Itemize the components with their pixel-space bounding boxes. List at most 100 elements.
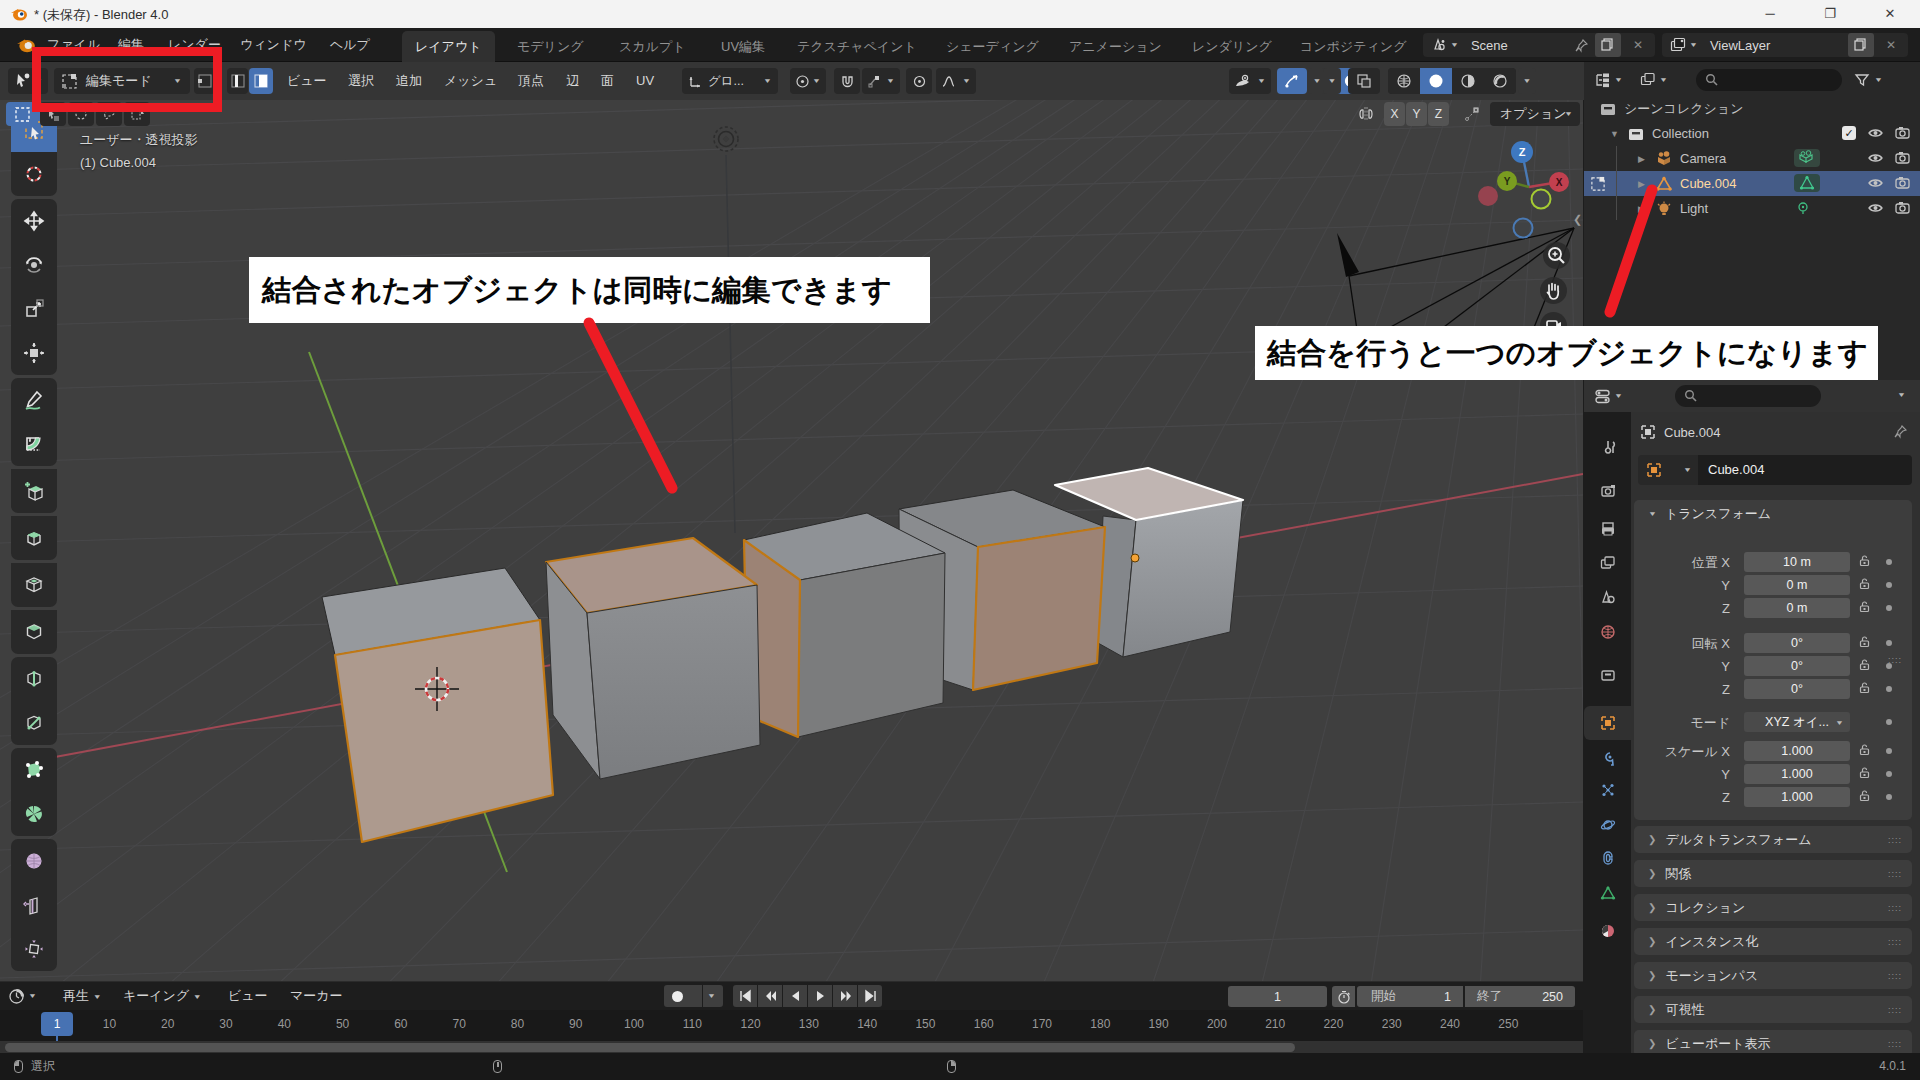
field-value[interactable]: 1.000 [1744, 764, 1850, 784]
blender-menu-icon[interactable] [16, 35, 36, 55]
proportional-edit-toggle[interactable] [906, 68, 932, 94]
topbar-menu-2[interactable]: レンダー [168, 28, 221, 62]
active-tool-button[interactable]: ▼ [8, 68, 48, 94]
snap-toggle-button[interactable] [834, 68, 860, 94]
properties-editor-dropdown[interactable]: ▼ [1594, 384, 1623, 408]
section-0[interactable]: ❯デルタトランスフォーム:::: [1634, 826, 1912, 853]
zoom-button[interactable] [1543, 242, 1570, 269]
select-mode-dropdown[interactable] [124, 102, 150, 126]
hide-icon[interactable] [1867, 199, 1884, 219]
tool-loop-cut[interactable] [11, 657, 57, 701]
toolheader-menu-3[interactable]: メッシュ [444, 62, 497, 100]
toolheader-menu-2[interactable]: 追加 [396, 62, 422, 100]
tweak-select-box-button[interactable] [6, 102, 38, 126]
animate-dot[interactable] [1886, 640, 1892, 646]
outliner-row-collection[interactable]: ▼Collection✓ [1584, 121, 1920, 146]
frame-end-field[interactable]: 終了 250 [1465, 986, 1575, 1007]
section-5[interactable]: ❯可視性:::: [1634, 996, 1912, 1023]
show-gizmo-dropdown[interactable]: ▼ [1229, 68, 1271, 94]
pin-icon[interactable] [1574, 38, 1589, 53]
properties-tab-object-data[interactable] [1584, 876, 1631, 910]
gizmos-toggle[interactable] [1277, 68, 1307, 94]
lock-icon[interactable] [1858, 600, 1871, 616]
select-circle-button[interactable] [68, 102, 94, 126]
section-3[interactable]: ❯インスタンス化:::: [1634, 928, 1912, 955]
restore-button[interactable]: ❐ [1807, 0, 1853, 28]
toolheader-menu-1[interactable]: 選択 [348, 62, 374, 100]
workspace-tab-0[interactable]: レイアウト [402, 31, 495, 62]
close-button[interactable]: ✕ [1867, 0, 1913, 28]
select-mode-face-button[interactable] [249, 68, 273, 94]
workspace-tab-4[interactable]: テクスチャペイント [784, 31, 930, 62]
shading-dropdown[interactable]: ▼ [1518, 68, 1536, 94]
disable-render-icon[interactable] [1894, 124, 1911, 144]
workspace-tab-6[interactable]: アニメーション [1056, 31, 1175, 62]
properties-tab-physics[interactable] [1584, 808, 1631, 842]
transform-orientation-dropdown[interactable]: グロ... ▼ [682, 68, 778, 94]
minimize-button[interactable]: ─ [1747, 0, 1793, 28]
object-name-input[interactable]: Cube.004 [1698, 455, 1912, 485]
new-viewlayer-button[interactable] [1848, 33, 1874, 57]
field-value[interactable]: 0 m [1744, 575, 1850, 595]
snap-individual-icon[interactable] [1456, 102, 1486, 126]
viewlayer-selector[interactable]: ▼ ViewLayer ✕ [1662, 33, 1908, 57]
properties-tab-render[interactable] [1584, 474, 1631, 508]
select-lasso-button[interactable] [96, 102, 122, 126]
tool-extrude-region[interactable] [11, 516, 57, 560]
tool-smooth[interactable] [11, 839, 57, 883]
properties-tab-collection-props[interactable] [1584, 658, 1631, 692]
outliner-display-mode-dropdown[interactable]: ▼ [1594, 68, 1623, 92]
workspace-tab-2[interactable]: スカルプト [606, 31, 699, 62]
workspace-tab-1[interactable]: モデリング [504, 31, 597, 62]
field-value[interactable]: 10 m [1744, 552, 1850, 572]
new-scene-button[interactable] [1595, 33, 1621, 57]
tool-annotate[interactable] [11, 378, 57, 422]
toolheader-menu-6[interactable]: 面 [601, 62, 614, 100]
snap-with-dropdown[interactable]: ▼ [862, 68, 900, 94]
outliner-filter-dropdown[interactable]: ▼ [1854, 68, 1883, 92]
section-2[interactable]: ❯コレクション:::: [1634, 894, 1912, 921]
animate-dot[interactable] [1886, 582, 1892, 588]
toolheader-menu-5[interactable]: 辺 [566, 62, 579, 100]
topbar-menu-0[interactable]: ファイル [47, 28, 100, 62]
unlink-scene-icon[interactable]: ✕ [1633, 38, 1643, 52]
field-value[interactable]: 1.000 [1744, 741, 1850, 761]
field-value[interactable]: 1.000 [1744, 787, 1850, 807]
timeline-menu-3[interactable]: マーカー [290, 982, 343, 1010]
viewport-3d[interactable]: ユーザー・透視投影 (1) Cube.004 Z Y X ❮ ❯ [0, 100, 1583, 981]
properties-tab-view-layer[interactable] [1584, 546, 1631, 580]
playhead-badge[interactable]: 1 [41, 1012, 73, 1036]
overlays-dropdown[interactable]: ▼ [1323, 68, 1341, 94]
lock-icon[interactable] [1858, 658, 1871, 674]
field-value[interactable]: 0° [1744, 633, 1850, 653]
mesh-data-badge[interactable] [1794, 174, 1820, 195]
topbar-menu-1[interactable]: 編集 [118, 28, 144, 62]
animate-dot[interactable] [1886, 719, 1892, 725]
select-tweak-button[interactable] [40, 102, 66, 126]
frame-start-field[interactable]: 開始 1 [1357, 986, 1463, 1007]
properties-tab-modifiers[interactable] [1584, 742, 1631, 776]
field-value[interactable]: 0° [1744, 679, 1850, 699]
workspace-tab-3[interactable]: UV編集 [708, 31, 778, 62]
hide-icon[interactable] [1867, 174, 1884, 194]
tool-measure[interactable] [11, 422, 57, 466]
mirror-y-toggle[interactable]: Y [1406, 102, 1427, 126]
outliner-row-cube-004[interactable]: ▶Cube.004 [1584, 171, 1920, 196]
light-data-badge[interactable] [1794, 199, 1820, 220]
tool-transform[interactable] [11, 331, 57, 375]
workspace-tab-5[interactable]: シェーディング [933, 31, 1052, 62]
topbar-menu-3[interactable]: ウィンドウ [240, 28, 307, 62]
properties-options-dropdown[interactable]: ▼ [1897, 391, 1906, 399]
toolheader-menu-7[interactable]: UV [636, 62, 654, 100]
pin-id-icon[interactable] [1893, 424, 1908, 439]
properties-tab-world[interactable] [1584, 615, 1631, 649]
workspace-tab-7[interactable]: レンダリング [1179, 31, 1285, 62]
outliner-filter-type-dropdown[interactable]: ▼ [1640, 68, 1668, 92]
lock-icon[interactable] [1858, 635, 1871, 651]
tool-spin[interactable] [11, 792, 57, 836]
previous-keyframe-button[interactable] [758, 985, 782, 1007]
tool-shrink-fatten[interactable] [11, 927, 57, 971]
properties-tab-scene[interactable] [1584, 580, 1631, 614]
lock-icon[interactable] [1858, 789, 1871, 805]
shading-rendered-button[interactable] [1484, 68, 1516, 94]
